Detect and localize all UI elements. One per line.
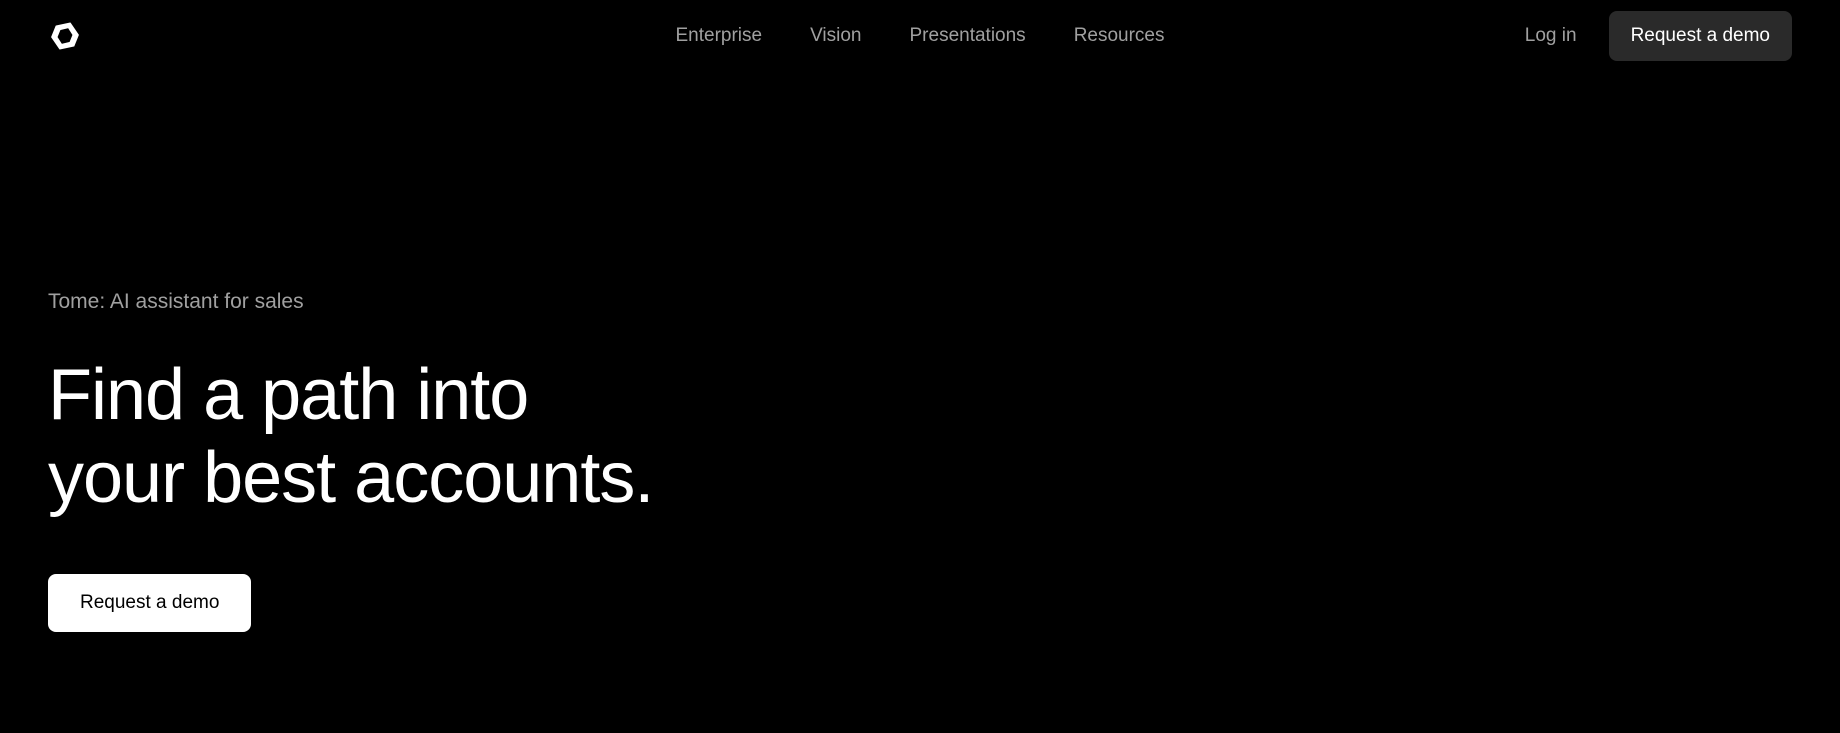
nav-link-vision[interactable]: Vision xyxy=(810,25,861,47)
nav-right: Log in Request a demo xyxy=(1525,11,1792,61)
login-link[interactable]: Log in xyxy=(1525,25,1577,47)
nav-center: Enterprise Vision Presentations Resource… xyxy=(675,25,1164,47)
logo[interactable] xyxy=(48,19,82,53)
hero-title-line2: your best accounts. xyxy=(48,438,653,518)
hero-title-line1: Find a path into xyxy=(48,355,528,435)
hero-title: Find a path into your best accounts. xyxy=(48,354,1792,520)
nav-link-resources[interactable]: Resources xyxy=(1074,25,1165,47)
request-demo-button-hero[interactable]: Request a demo xyxy=(48,574,251,632)
request-demo-button-header[interactable]: Request a demo xyxy=(1609,11,1792,61)
hero-subtitle: Tome: AI assistant for sales xyxy=(48,290,1792,314)
nav-link-presentations[interactable]: Presentations xyxy=(910,25,1026,47)
header: Enterprise Vision Presentations Resource… xyxy=(0,0,1840,72)
logo-icon xyxy=(48,19,82,53)
nav-link-enterprise[interactable]: Enterprise xyxy=(675,25,762,47)
hero-section: Tome: AI assistant for sales Find a path… xyxy=(0,72,1840,632)
